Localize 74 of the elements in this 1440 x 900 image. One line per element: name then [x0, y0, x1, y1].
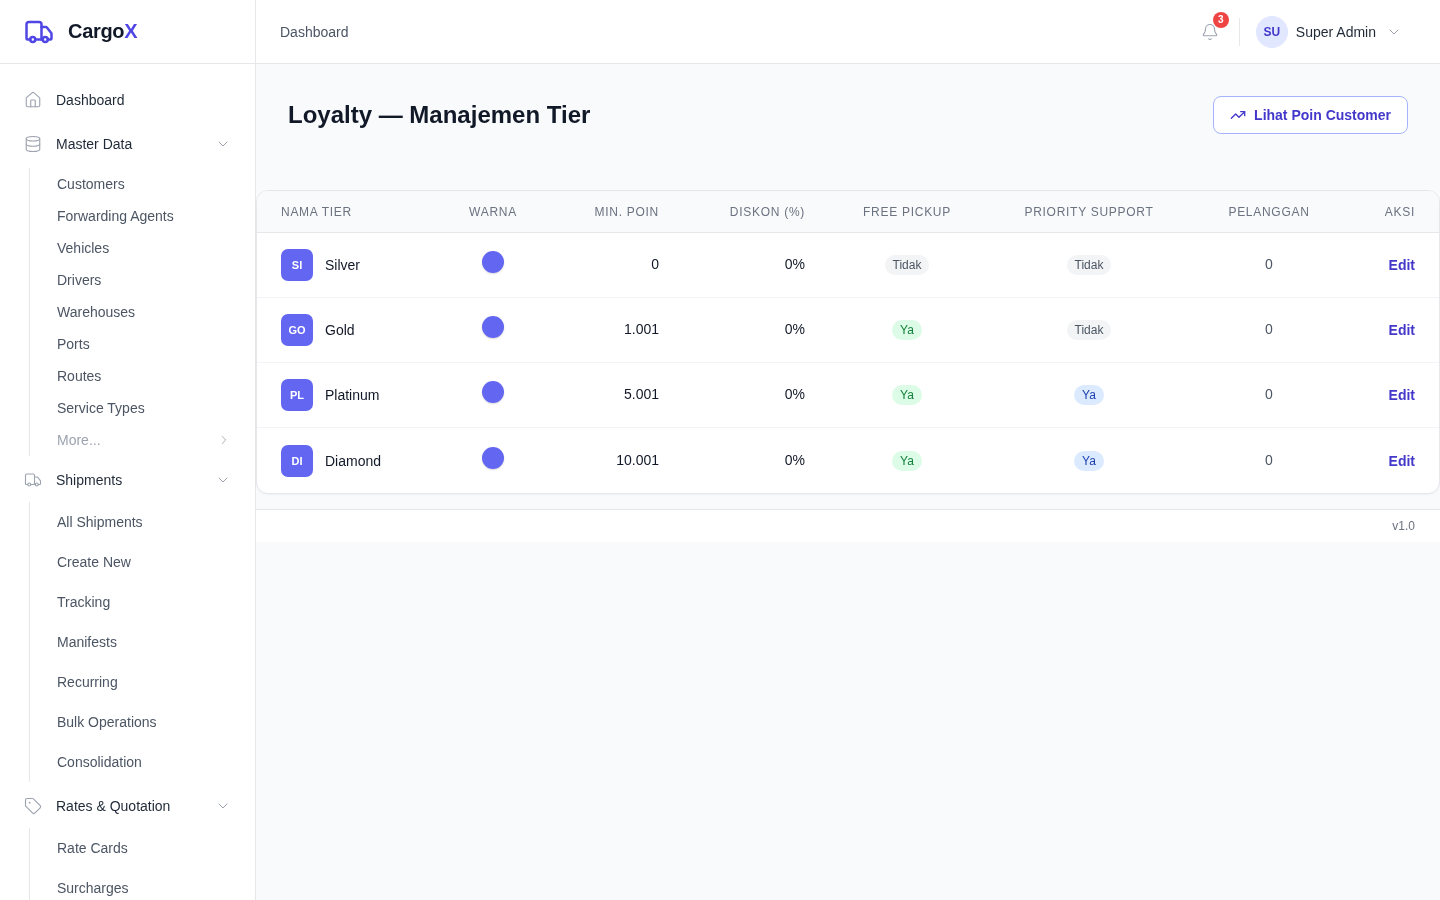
min-points-value: 1.001 — [623, 321, 659, 337]
tier-name: Diamond — [325, 452, 382, 469]
customer-count: 0 — [1265, 256, 1273, 272]
free-pickup-status: Ya — [892, 320, 922, 340]
sidebar-link[interactable]: Bulk Operations — [30, 702, 243, 742]
sidebar-link[interactable]: Ports — [30, 328, 243, 360]
customer-count: 0 — [1265, 386, 1273, 402]
sidebar-link[interactable]: Manifests — [30, 622, 243, 662]
priority-support-status: Tidak — [1066, 255, 1112, 275]
sidebar-item[interactable]: Shipments — [12, 460, 243, 500]
priority-support-status: Tidak — [1066, 320, 1112, 340]
sidebar-link[interactable]: Recurring — [30, 662, 243, 702]
sidebar-link[interactable]: Drivers — [30, 264, 243, 296]
version-label: v1.0 — [1392, 519, 1415, 533]
tier-name: Silver — [325, 257, 360, 273]
sidebar-link[interactable]: Service Types — [30, 392, 243, 424]
discount-value: 0% — [784, 386, 805, 402]
column-header: MIN. POIN — [594, 204, 659, 219]
free-pickup-status: Ya — [892, 385, 922, 405]
sidebar-link[interactable]: Routes — [30, 360, 243, 392]
tier-initials-avatar: SI — [281, 249, 313, 281]
view-customer-points-button[interactable]: Lihat Poin Customer — [1213, 96, 1408, 134]
notifications-bell-icon[interactable] — [1200, 22, 1219, 41]
column-header: PELANGGAN — [1228, 204, 1310, 219]
customer-count: 0 — [1265, 451, 1273, 468]
sidebar-link[interactable]: Customers — [30, 168, 243, 200]
min-points-value: 5.001 — [623, 386, 659, 402]
sidebar-link[interactable]: Tracking — [30, 582, 243, 622]
free-pickup-status: Ya — [892, 450, 922, 471]
user-avatar[interactable]: SU — [1255, 15, 1288, 48]
priority-support-status: Ya — [1074, 450, 1104, 471]
sidebar-link[interactable]: Warehouses — [30, 296, 243, 328]
sidebar-link[interactable]: Vehicles — [30, 232, 243, 264]
min-points-value: 10.001 — [616, 451, 659, 468]
tier-initials-avatar: DI — [281, 444, 313, 477]
free-pickup-status: Tidak — [884, 255, 930, 275]
sidebar-link[interactable]: All Shipments — [30, 502, 243, 542]
page-title: Loyalty — Manajemen Tier — [288, 101, 591, 129]
sidebar-link[interactable]: Rate Cards — [30, 828, 243, 868]
discount-value: 0% — [784, 256, 805, 272]
tier-initials-avatar: PL — [281, 379, 313, 411]
discount-value: 0% — [784, 451, 805, 468]
edit-link[interactable]: Edit — [1388, 387, 1415, 403]
edit-link[interactable]: Edit — [1388, 322, 1415, 338]
sidebar-link[interactable]: Forwarding Agents — [30, 200, 243, 232]
tag-icon — [24, 797, 42, 815]
edit-link[interactable]: Edit — [1388, 257, 1415, 273]
user-name[interactable]: Super Admin — [1295, 23, 1376, 40]
customer-count: 0 — [1265, 321, 1273, 337]
column-header: WARNA — [469, 204, 517, 219]
tier-name: Gold — [325, 322, 355, 338]
breadcrumb: Dashboard — [280, 23, 349, 40]
edit-link[interactable]: Edit — [1388, 452, 1415, 469]
truck-icon — [24, 471, 42, 489]
tier-name: Platinum — [325, 387, 380, 403]
column-header: PRIORITY SUPPORT — [1024, 204, 1154, 219]
sidebar-item[interactable]: Rates & Quotation — [12, 786, 243, 826]
sidebar-item[interactable]: Dashboard — [12, 80, 243, 120]
column-header: FREE PICKUP — [863, 204, 951, 219]
notification-count: 3 — [1212, 11, 1229, 28]
database-icon — [24, 135, 42, 153]
sidebar-item[interactable]: Master Data — [12, 124, 243, 164]
sidebar-link[interactable]: Surcharges — [30, 868, 243, 900]
sidebar-link[interactable]: Create New — [30, 542, 243, 582]
discount-value: 0% — [784, 321, 805, 337]
column-header: NAMA TIER — [281, 204, 352, 219]
column-header: DISKON (%) — [729, 204, 805, 219]
min-points-value: 0 — [651, 256, 659, 272]
priority-support-status: Ya — [1074, 385, 1104, 405]
home-icon — [24, 91, 42, 109]
column-header: AKSI — [1384, 204, 1415, 219]
sidebar-link[interactable]: Consolidation — [30, 742, 243, 782]
tier-initials-avatar: GO — [281, 314, 313, 346]
brand-name: CargoX — [68, 20, 138, 43]
